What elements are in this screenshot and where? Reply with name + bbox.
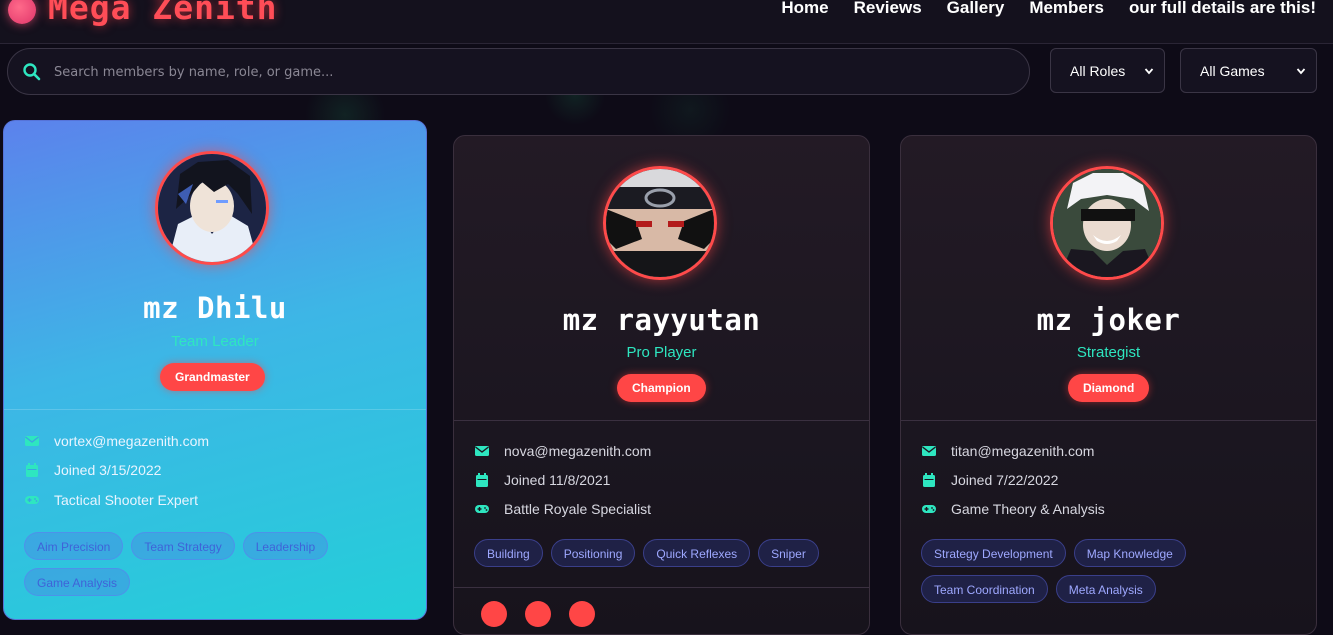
member-name: mz joker (1036, 303, 1181, 337)
logo-text[interactable]: Mega Zenith (48, 0, 278, 27)
skill-tag[interactable]: Leadership (242, 532, 329, 560)
email-text: vortex@megazenith.com (54, 433, 210, 449)
avatar-portrait-image (1053, 169, 1161, 277)
nav-full-details[interactable]: our full details are this! (1129, 0, 1316, 18)
email-row: titan@megazenith.com (921, 443, 1094, 459)
joined-text: Joined 11/8/2021 (504, 472, 611, 488)
email-row: nova@megazenith.com (474, 443, 651, 459)
avatar (603, 166, 717, 280)
social-icon[interactable] (525, 601, 551, 627)
member-card-dhilu[interactable]: mz Dhilu Team Leader Grandmaster vortex@… (3, 120, 427, 620)
skill-tags: Aim Precision Team Strategy Leadership G… (24, 532, 406, 596)
social-icon[interactable] (569, 601, 595, 627)
calendar-icon (923, 473, 935, 487)
nav-reviews[interactable]: Reviews (854, 0, 922, 18)
skill-tag[interactable]: Team Coordination (921, 575, 1048, 603)
card-divider (4, 409, 426, 410)
specialty-row: Tactical Shooter Expert (24, 492, 198, 508)
specialty-text: Tactical Shooter Expert (54, 492, 198, 508)
member-role: Team Leader (171, 333, 259, 350)
chevron-down-icon (1296, 67, 1306, 74)
joined-row: Joined 11/8/2021 (474, 472, 610, 488)
rank-badge: Champion (617, 374, 706, 402)
card-divider (454, 420, 869, 421)
skill-tag[interactable]: Sniper (758, 539, 819, 567)
calendar-icon (476, 473, 488, 487)
skill-tag[interactable]: Map Knowledge (1073, 539, 1186, 567)
skill-tag[interactable]: Building (474, 539, 543, 567)
specialty-text: Battle Royale Specialist (504, 501, 652, 517)
chevron-down-icon (1144, 67, 1154, 74)
skill-tag[interactable]: Strategy Development (921, 539, 1066, 567)
member-card-rayyutan[interactable]: mz rayyutan Pro Player Champion nova@meg… (453, 135, 870, 635)
top-navbar: Mega Zenith Home Reviews Gallery Members… (0, 0, 1333, 44)
specialty-row: Game Theory & Analysis (921, 501, 1105, 517)
search-input[interactable] (52, 59, 996, 85)
search-bar (7, 48, 1030, 95)
email-text: titan@megazenith.com (951, 443, 1095, 459)
social-icon[interactable] (481, 601, 507, 627)
search-icon (23, 63, 41, 81)
main-nav: Home Reviews Gallery Members our full de… (781, 0, 1316, 18)
card-divider (901, 420, 1316, 421)
avatar (155, 151, 269, 265)
joined-text: Joined 3/15/2022 (54, 462, 162, 478)
skill-tag[interactable]: Team Strategy (131, 532, 235, 560)
joined-row: Joined 3/15/2022 (24, 462, 161, 478)
logo-icon (8, 0, 36, 24)
skill-tag[interactable]: Meta Analysis (1055, 575, 1156, 603)
nav-members[interactable]: Members (1029, 0, 1104, 18)
gamepad-icon (922, 505, 936, 513)
skill-tag[interactable]: Quick Reflexes (643, 539, 751, 567)
envelope-icon (25, 436, 39, 446)
avatar-portrait-image (158, 154, 266, 262)
roles-select-value: All Roles (1070, 62, 1126, 79)
rank-badge: Grandmaster (160, 363, 265, 391)
card-footer-divider (454, 587, 869, 588)
gamepad-icon (25, 496, 39, 504)
nav-gallery[interactable]: Gallery (947, 0, 1005, 18)
skill-tags: Strategy Development Map Knowledge Team … (921, 539, 1296, 603)
joined-row: Joined 7/22/2022 (921, 472, 1058, 488)
skill-tag[interactable]: Aim Precision (24, 532, 124, 560)
member-name: mz Dhilu (143, 291, 287, 325)
avatar-portrait-image (606, 169, 714, 277)
avatar (1050, 166, 1164, 280)
skill-tag[interactable]: Positioning (550, 539, 636, 567)
gamepad-icon (475, 505, 489, 513)
email-row: vortex@megazenith.com (24, 433, 209, 449)
roles-select[interactable]: All Roles (1050, 48, 1165, 93)
envelope-icon (475, 446, 489, 456)
specialty-row: Battle Royale Specialist (474, 501, 651, 517)
joined-text: Joined 7/22/2022 (951, 472, 1059, 488)
rank-badge: Diamond (1068, 374, 1150, 402)
member-card-joker[interactable]: mz joker Strategist Diamond titan@megaze… (900, 135, 1317, 635)
member-role: Strategist (1076, 344, 1141, 361)
member-role: Pro Player (626, 344, 697, 361)
calendar-icon (26, 463, 38, 477)
nav-home[interactable]: Home (781, 0, 828, 18)
specialty-text: Game Theory & Analysis (951, 501, 1105, 517)
skill-tags: Building Positioning Quick Reflexes Snip… (474, 539, 849, 567)
envelope-icon (922, 446, 936, 456)
member-name: mz rayyutan (562, 303, 761, 337)
skill-tag[interactable]: Game Analysis (24, 568, 131, 596)
games-select-value: All Games (1200, 62, 1265, 79)
games-select[interactable]: All Games (1180, 48, 1317, 93)
email-text: nova@megazenith.com (504, 443, 652, 459)
